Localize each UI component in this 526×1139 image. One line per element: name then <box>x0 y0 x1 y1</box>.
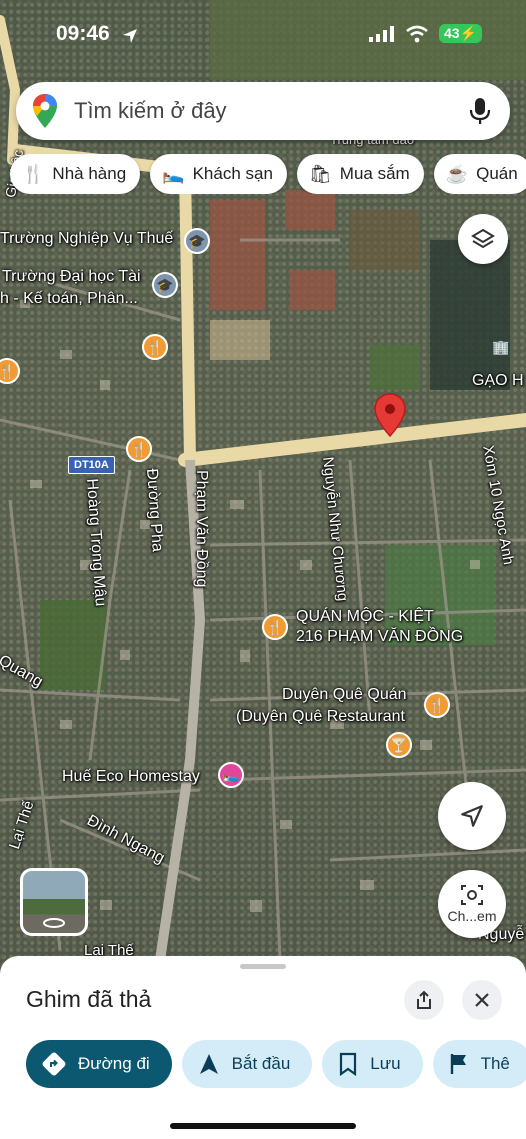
restaurant-poi-icon[interactable]: 🍴 <box>142 334 168 360</box>
chip-hotels[interactable]: 🛌 Khách sạn <box>150 154 287 194</box>
lens-scan-label: Ch...em <box>447 908 497 924</box>
bar-poi-icon[interactable]: 🍸 <box>386 732 412 758</box>
coffee-cup-icon: ☕ <box>445 163 469 184</box>
restaurant-poi-icon[interactable]: 🍴 <box>262 614 288 640</box>
category-chips: 🍴 Nhà hàng 🛌 Khách sạn 🛍 Mua sắm ☕ Quán <box>10 154 526 194</box>
microphone-icon[interactable] <box>468 97 492 125</box>
signal-icon <box>368 25 394 42</box>
sheet-actions: Đường đi Bắt đầu Lưu Thê <box>26 1040 526 1088</box>
add-label-label: Thê <box>480 1054 510 1073</box>
save-label: Lưu <box>370 1054 401 1073</box>
map-label-quan-moc[interactable]: QUÁN MỘC - KIỆT <box>296 608 434 626</box>
navigation-arrow-icon <box>199 1054 218 1074</box>
start-label: Bắt đầu <box>231 1054 291 1073</box>
home-indicator <box>170 1123 356 1129</box>
hotel-poi-icon[interactable]: 🛌 <box>218 762 244 788</box>
chip-label: Khách sạn <box>192 164 273 183</box>
layers-button[interactable] <box>458 214 508 264</box>
map-label-hue-eco[interactable]: Huế Eco Homestay <box>62 768 200 786</box>
status-time: 09:46 <box>56 22 110 45</box>
camera-scan-icon <box>461 885 483 905</box>
place-bottom-sheet[interactable]: Ghim đã thả Đường đi Bắt đầu Lưu Thê <box>0 956 526 1139</box>
save-button[interactable]: Lưu <box>322 1040 423 1088</box>
close-button[interactable] <box>462 980 502 1020</box>
start-button[interactable]: Bắt đầu <box>181 1040 313 1088</box>
dropped-pin-icon[interactable] <box>373 392 407 438</box>
map-label-pham-van-dong: Phạm Văn Đồng <box>193 470 210 588</box>
bookmark-icon <box>340 1052 357 1076</box>
directions-button[interactable]: Đường đi <box>26 1040 172 1088</box>
location-arrow-icon <box>123 29 137 43</box>
close-icon <box>475 993 489 1007</box>
fork-knife-icon: 🍴 <box>22 163 45 184</box>
layers-icon <box>471 228 495 249</box>
map-label-truong-nghiep-vu[interactable]: Trường Nghiệp Vụ Thuế <box>0 230 173 248</box>
my-location-button[interactable] <box>438 782 506 850</box>
chip-label: Nhà hàng <box>52 164 127 183</box>
chip-cafes[interactable]: ☕ Quán <box>433 154 526 194</box>
map-label-quan-moc-2[interactable]: 216 PHẠM VĂN ĐỒNG <box>296 628 463 646</box>
chip-shopping[interactable]: 🛍 Mua sắm <box>296 154 424 194</box>
search-bar[interactable]: Tìm kiếm ở đây <box>16 82 510 140</box>
map-label-truong-dai-hoc-2[interactable]: h - Kế toán, Phân... <box>0 290 138 308</box>
maps-pin-logo-icon <box>33 94 57 128</box>
lens-scan-button[interactable]: Ch...em <box>438 870 506 938</box>
flag-icon <box>450 1054 466 1074</box>
share-button[interactable] <box>404 980 444 1020</box>
school-poi-icon[interactable]: 🎓 <box>184 228 210 254</box>
battery-level: 43 <box>443 25 460 41</box>
road-shield-dt10a: DT10A <box>68 456 115 474</box>
directions-icon <box>42 1052 66 1076</box>
sheet-grabber[interactable] <box>240 964 286 969</box>
battery-indicator: 43⚡ <box>438 24 482 43</box>
map-label-gao[interactable]: GẠO H <box>472 372 524 390</box>
directions-label: Đường đi <box>78 1054 150 1073</box>
map-label-truong-dai-hoc[interactable]: Trường Đại học Tài <box>2 268 141 286</box>
school-poi-icon[interactable]: 🎓 <box>152 272 178 298</box>
map-label-duyen-que-2[interactable]: (Duyên Quê Restaurant <box>236 708 405 726</box>
chip-label: Mua sắm <box>339 164 410 183</box>
restaurant-poi-icon[interactable]: 🍴 <box>424 692 450 718</box>
rotate-360-icon <box>43 918 65 928</box>
status-bar: 09:46 43⚡ <box>0 0 526 70</box>
chip-label: Quán <box>476 164 518 183</box>
chip-restaurants[interactable]: 🍴 Nhà hàng <box>10 154 141 194</box>
wifi-icon <box>406 25 428 42</box>
navigation-arrow-icon <box>461 805 483 827</box>
search-input[interactable]: Tìm kiếm ở đây <box>74 98 468 124</box>
street-view-thumbnail[interactable] <box>20 868 88 936</box>
bed-icon: 🛌 <box>162 163 185 184</box>
map-label-duyen-que[interactable]: Duyên Quê Quán <box>282 686 407 704</box>
shopping-bag-icon: 🛍 <box>308 163 332 184</box>
restaurant-poi-icon[interactable]: 🍴 <box>126 436 152 462</box>
building-poi-icon[interactable]: 🏢 <box>488 334 514 360</box>
add-label-button[interactable]: Thê <box>432 1040 526 1088</box>
sheet-title: Ghim đã thả <box>26 986 152 1012</box>
share-icon <box>417 990 431 1009</box>
